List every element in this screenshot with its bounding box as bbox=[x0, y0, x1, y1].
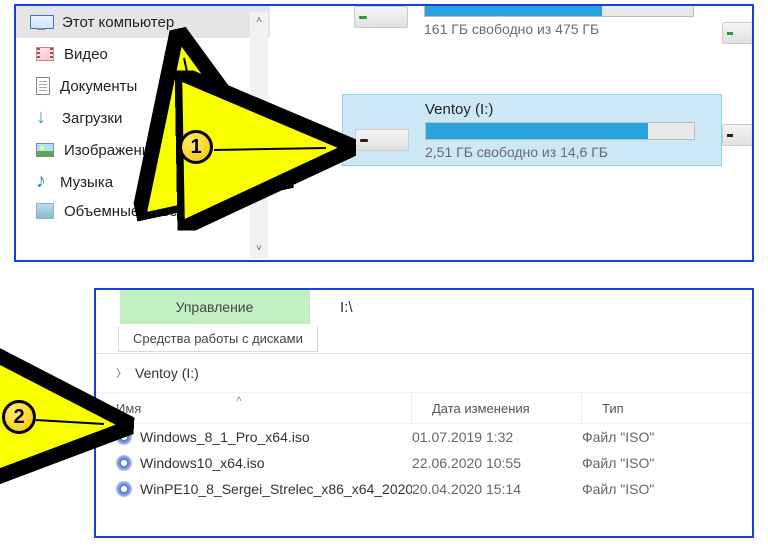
address-bar[interactable]: I:\ bbox=[310, 290, 353, 324]
annotation-badge-1: 1 bbox=[179, 130, 213, 164]
sidebar-item-video[interactable]: Видео bbox=[16, 38, 270, 70]
file-name: WinPE10_8_Sergei_Strelec_x86_x64_2020...… bbox=[140, 481, 412, 497]
drive-free-text: 161 ГБ свободно из 475 ГБ bbox=[424, 21, 714, 37]
file-name: Windows_8_1_Pro_x64.iso bbox=[140, 429, 310, 445]
drive-c-icon bbox=[350, 4, 410, 30]
panel-folder-contents: Управление I:\ Средства работы с дисками… bbox=[94, 288, 754, 538]
drive-ventoy[interactable]: Ventoy (I:) 2,51 ГБ свободно из 14,6 ГБ bbox=[342, 94, 722, 166]
drive-side-icon[interactable] bbox=[722, 22, 754, 44]
sidebar-item-3d-objects[interactable]: Объемные объекты bbox=[16, 198, 270, 224]
sidebar-label: Объемные объекты bbox=[64, 203, 202, 220]
sidebar-item-documents[interactable]: Документы bbox=[16, 70, 270, 102]
drive-side-icon[interactable] bbox=[722, 124, 754, 146]
column-headers: Имя ˄ Дата изменения Тип bbox=[96, 392, 752, 424]
sidebar-item-downloads[interactable]: Загрузки bbox=[16, 102, 270, 134]
sidebar-label: Этот компьютер bbox=[62, 14, 174, 31]
drive-ventoy-icon bbox=[351, 107, 411, 153]
file-type: Файл "ISO" bbox=[582, 481, 654, 497]
pc-icon bbox=[30, 15, 52, 29]
column-header-type[interactable]: Тип bbox=[582, 401, 624, 416]
file-type: Файл "ISO" bbox=[582, 429, 654, 445]
file-date: 22.06.2020 10:55 bbox=[412, 455, 582, 471]
music-icon bbox=[36, 173, 50, 191]
drive-title: Ventoy (I:) bbox=[425, 101, 713, 118]
iso-file-icon bbox=[116, 455, 132, 471]
file-date: 20.04.2020 15:14 bbox=[412, 481, 582, 497]
documents-icon bbox=[36, 77, 50, 95]
drive-usage-bar bbox=[424, 4, 694, 17]
ribbon-subtab-row: Средства работы с дисками bbox=[96, 324, 752, 354]
breadcrumb-item[interactable]: Ventoy (I:) bbox=[135, 365, 199, 381]
sidebar-item-music[interactable]: Музыка bbox=[16, 166, 270, 198]
sort-asc-icon: ˄ bbox=[236, 394, 242, 405]
ribbon: Управление I:\ bbox=[96, 290, 752, 324]
objects-3d-icon bbox=[36, 203, 54, 219]
sidebar-label: Документы bbox=[60, 78, 137, 95]
annotation-badge-2: 2 bbox=[2, 400, 36, 434]
downloads-icon bbox=[36, 110, 52, 126]
ribbon-subtab-disk-tools[interactable]: Средства работы с дисками bbox=[118, 326, 318, 352]
sidebar-label: Изображения bbox=[64, 142, 158, 159]
file-type: Файл "ISO" bbox=[582, 455, 654, 471]
file-row[interactable]: WinPE10_8_Sergei_Strelec_x86_x64_2020...… bbox=[96, 476, 752, 502]
drive-c[interactable]: Windows 10 (C:) 161 ГБ свободно из 475 Г… bbox=[342, 4, 722, 44]
drive-area: Windows 10 (C:) 161 ГБ свободно из 475 Г… bbox=[272, 6, 752, 260]
sidebar-item-images[interactable]: Изображения bbox=[16, 134, 270, 166]
drive-free-text: 2,51 ГБ свободно из 14,6 ГБ bbox=[425, 144, 713, 160]
images-icon bbox=[36, 143, 54, 157]
breadcrumb[interactable]: 〉 Ventoy (I:) bbox=[96, 354, 752, 392]
file-date: 01.07.2019 1:32 bbox=[412, 429, 582, 445]
column-header-date[interactable]: Дата изменения bbox=[412, 393, 582, 423]
scroll-down-button[interactable]: ˅ bbox=[250, 240, 268, 258]
chevron-right-icon: 〉 bbox=[116, 365, 127, 381]
sidebar-label: Музыка bbox=[60, 174, 113, 191]
sidebar-label: Видео bbox=[64, 46, 108, 63]
iso-file-icon bbox=[116, 429, 132, 445]
sidebar-scrollbar[interactable]: ˄ ˅ bbox=[250, 12, 268, 258]
file-name: Windows10_x64.iso bbox=[140, 455, 265, 471]
video-icon bbox=[36, 47, 54, 61]
sidebar-label: Загрузки bbox=[62, 110, 122, 127]
iso-file-icon bbox=[116, 481, 132, 497]
file-row[interactable]: Windows10_x64.iso 22.06.2020 10:55 Файл … bbox=[96, 450, 752, 476]
navigation-pane: Этот компьютер Видео Документы Загрузки … bbox=[16, 6, 270, 260]
scroll-up-button[interactable]: ˄ bbox=[250, 12, 268, 30]
column-header-name[interactable]: Имя bbox=[96, 393, 412, 423]
file-row[interactable]: Windows_8_1_Pro_x64.iso 01.07.2019 1:32 … bbox=[96, 424, 752, 450]
ribbon-tab-manage[interactable]: Управление bbox=[120, 290, 310, 324]
sidebar-item-this-pc[interactable]: Этот компьютер bbox=[16, 6, 270, 38]
drive-usage-bar bbox=[425, 122, 695, 140]
panel-this-pc: Этот компьютер Видео Документы Загрузки … bbox=[14, 4, 754, 262]
